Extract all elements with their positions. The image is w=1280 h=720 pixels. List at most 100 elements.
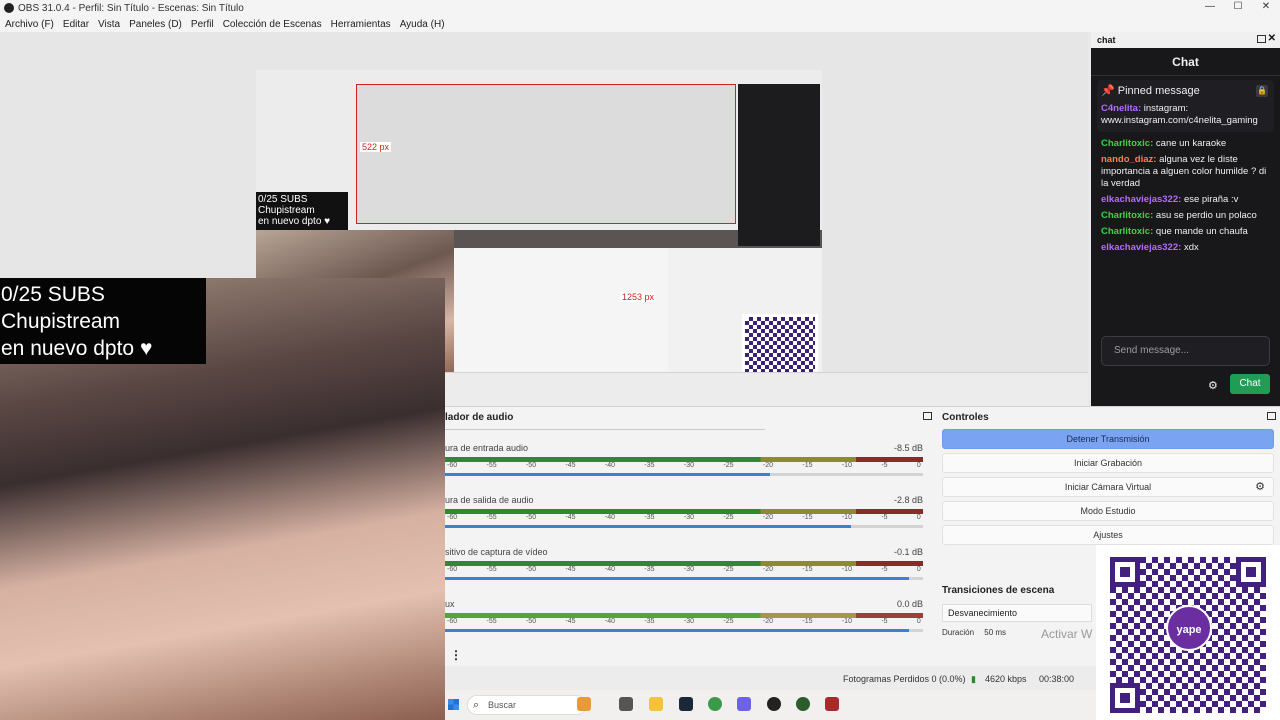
scale-tick: -40 xyxy=(604,462,616,469)
scale-tick: -45 xyxy=(565,566,576,573)
subs-line1: 0/25 SUBS xyxy=(1,283,105,306)
pinned-user[interactable]: C4nelita: xyxy=(1101,103,1141,114)
scale-tick: -5 xyxy=(881,462,888,469)
chat-text: asu se perdio un polaco xyxy=(1155,210,1257,221)
chat-send-button[interactable]: Chat xyxy=(1230,374,1270,394)
transition-select[interactable]: Desvanecimiento xyxy=(942,604,1092,622)
scale-tick: -10 xyxy=(841,566,852,573)
xbox-icon[interactable] xyxy=(796,697,810,711)
volume-fader-fill xyxy=(445,629,909,632)
chat-username[interactable]: elkachaviejas322: xyxy=(1101,194,1181,205)
chat-username[interactable]: Charlitoxic: xyxy=(1101,226,1153,237)
menu-vista[interactable]: Vista xyxy=(98,19,120,30)
chat-message: elkachaviejas322: ese piraña :v xyxy=(1091,192,1280,208)
minimize-button[interactable]: — xyxy=(1196,0,1224,16)
start-virtual-camera-button[interactable]: Iniciar Cámara Virtual ⚙ xyxy=(942,477,1274,497)
stop-stream-button[interactable]: Detener Transmisión xyxy=(942,429,1274,449)
burger-icon[interactable] xyxy=(577,697,591,711)
scale-tick: -20 xyxy=(762,566,773,573)
menu-herramientas[interactable]: Herramientas xyxy=(331,19,391,30)
start-recording-button[interactable]: Iniciar Grabación xyxy=(942,453,1274,473)
menu-editar[interactable]: Editar xyxy=(63,19,89,30)
close-icon[interactable]: ✕ xyxy=(1268,33,1276,44)
undock-icon[interactable] xyxy=(923,412,932,420)
scale-tick: -55 xyxy=(486,618,497,625)
volume-fader[interactable] xyxy=(445,577,923,580)
close-button[interactable]: ✕ xyxy=(1252,0,1280,16)
chat-input[interactable]: Send message... xyxy=(1101,336,1270,366)
chrome-icon[interactable] xyxy=(708,697,722,711)
menu-paneles[interactable]: Paneles (D) xyxy=(129,19,182,30)
settings-button[interactable]: Ajustes xyxy=(942,525,1274,545)
taskbar-search[interactable]: ⌕ Buscar xyxy=(467,695,587,715)
taskbar-search-placeholder: Buscar xyxy=(488,700,517,710)
chat-text: cane un karaoke xyxy=(1155,138,1227,149)
channel-name: ura de salida de audio xyxy=(445,495,534,505)
scale-tick: -15 xyxy=(802,566,813,573)
chat-dock-header: chat ✕ xyxy=(1091,32,1280,48)
gear-icon[interactable]: ⚙ xyxy=(1208,379,1218,392)
menu-coleccion-escenas[interactable]: Colección de Escenas xyxy=(223,19,322,30)
nested-subs-text: 0/25 SUBS Chupistream en nuevo dpto ♥ xyxy=(256,192,348,230)
windows-start-icon[interactable] xyxy=(448,699,459,710)
mixer-capture-thumbnail xyxy=(454,248,668,388)
qr-finder xyxy=(1110,557,1140,587)
chat-message: Charlitoxic: que mande un chaufa xyxy=(1091,224,1280,240)
chat-dock-title: chat xyxy=(1097,35,1116,45)
subs-line2: Chupistream xyxy=(1,310,121,333)
undock-icon[interactable] xyxy=(1267,412,1276,420)
scale-tick: -60 xyxy=(447,514,458,521)
gear-icon[interactable]: ⚙ xyxy=(1255,478,1265,496)
subs-line3: en nuevo dpto ♥ xyxy=(1,337,153,360)
menu-archivo[interactable]: Archivo (F) xyxy=(5,19,54,30)
steam-icon[interactable] xyxy=(679,697,693,711)
chat-username[interactable]: Charlitoxic: xyxy=(1101,138,1153,149)
nested-subs-line3: en nuevo dpto ♥ xyxy=(258,216,331,227)
scale-tick: 0 xyxy=(916,462,921,469)
volume-fader[interactable] xyxy=(445,525,923,528)
task-view-icon[interactable] xyxy=(619,697,633,711)
chat-username[interactable]: elkachaviejas322: xyxy=(1101,242,1181,253)
obs-taskbar-icon[interactable] xyxy=(767,697,781,711)
scale-tick: -55 xyxy=(486,514,497,521)
nested-obs-capture: 0/25 SUBS Chupistream en nuevo dpto ♥ 52… xyxy=(256,70,822,246)
menu-ayuda[interactable]: Ayuda (H) xyxy=(400,19,445,30)
px-label-top: 522 px xyxy=(360,142,392,152)
file-explorer-icon[interactable] xyxy=(649,697,663,711)
title-bar: OBS 31.0.4 - Perfil: Sin Título - Escena… xyxy=(0,0,1280,16)
channel-db: -0.1 dB xyxy=(893,547,923,557)
scale-tick: -40 xyxy=(604,566,616,573)
mixer-channel: ura de entrada audio -8.5 dB -60 -55 -50 -45-… xyxy=(445,443,923,476)
chat-username[interactable]: Charlitoxic: xyxy=(1101,210,1153,221)
mixer-channel: sitivo de captura de vídeo -0.1 dB -60 -55 -… xyxy=(445,547,923,580)
undock-icon[interactable] xyxy=(1257,35,1266,43)
px-label-right: 1253 px xyxy=(620,292,657,302)
chat-username[interactable]: nando_diaz: xyxy=(1101,154,1156,165)
pinned-header: 📌 Pinned message 🔒 xyxy=(1101,85,1270,97)
window-title: OBS 31.0.4 - Perfil: Sin Título - Escena… xyxy=(18,2,244,14)
scale-tick: -25 xyxy=(723,566,734,573)
nested-subs-line1: 0/25 SUBS xyxy=(258,194,308,205)
studio-mode-button[interactable]: Modo Estudio xyxy=(942,501,1274,521)
scale-tick: -40 xyxy=(604,514,616,521)
more-options-icon[interactable]: ⋮ xyxy=(450,648,462,662)
scale-tick: -50 xyxy=(525,618,537,625)
dropped-frames: Fotogramas Perdidos 0 (0.0%) xyxy=(843,674,966,684)
scale-tick: -60 xyxy=(447,618,458,625)
lock-icon[interactable]: 🔒 xyxy=(1256,85,1268,97)
nested-subs-line2: Chupistream xyxy=(258,205,315,216)
scale-tick: -50 xyxy=(525,514,537,521)
maximize-button[interactable]: ☐ xyxy=(1224,0,1252,16)
scale-tick: -55 xyxy=(486,566,497,573)
menu-perfil[interactable]: Perfil xyxy=(191,19,214,30)
scale-tick: -40 xyxy=(604,618,616,625)
volume-fader[interactable] xyxy=(445,473,923,476)
scale-tick: -5 xyxy=(881,618,888,625)
meter-scale: -60 -55 -50 -45 -40 -35 -30 -25 -20 -15 -10 -5 0 xyxy=(445,566,923,574)
scale-tick: -15 xyxy=(802,462,813,469)
red-app-icon[interactable] xyxy=(825,697,839,711)
duration-input[interactable]: 50 ms xyxy=(984,628,1006,637)
pin-icon: 📌 xyxy=(1101,85,1115,97)
volume-fader[interactable] xyxy=(445,629,923,632)
discord-icon[interactable] xyxy=(737,697,751,711)
